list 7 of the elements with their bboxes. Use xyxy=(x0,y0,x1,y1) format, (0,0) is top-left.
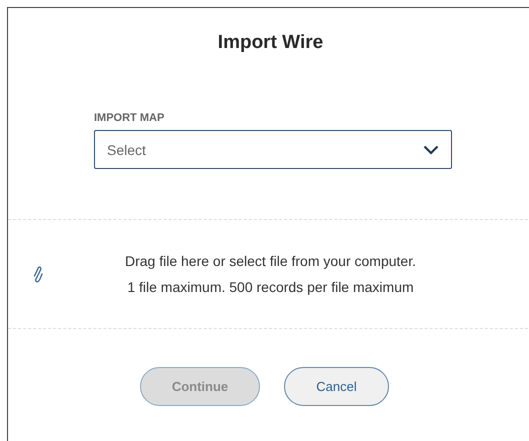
field-label: IMPORT MAP xyxy=(94,112,166,124)
dropzone-instructions: Drag file here or select file from your computer. 1 file maximum. 500 records per file maximum xyxy=(124,252,417,297)
paperclip-icon[interactable] xyxy=(33,266,43,284)
import-map-dropdown[interactable]: Select xyxy=(94,130,452,169)
dialog-button[interactable]: Cancel xyxy=(284,367,389,406)
dialog-title: Import Wire xyxy=(216,31,324,55)
chevron-down-icon xyxy=(423,144,439,154)
